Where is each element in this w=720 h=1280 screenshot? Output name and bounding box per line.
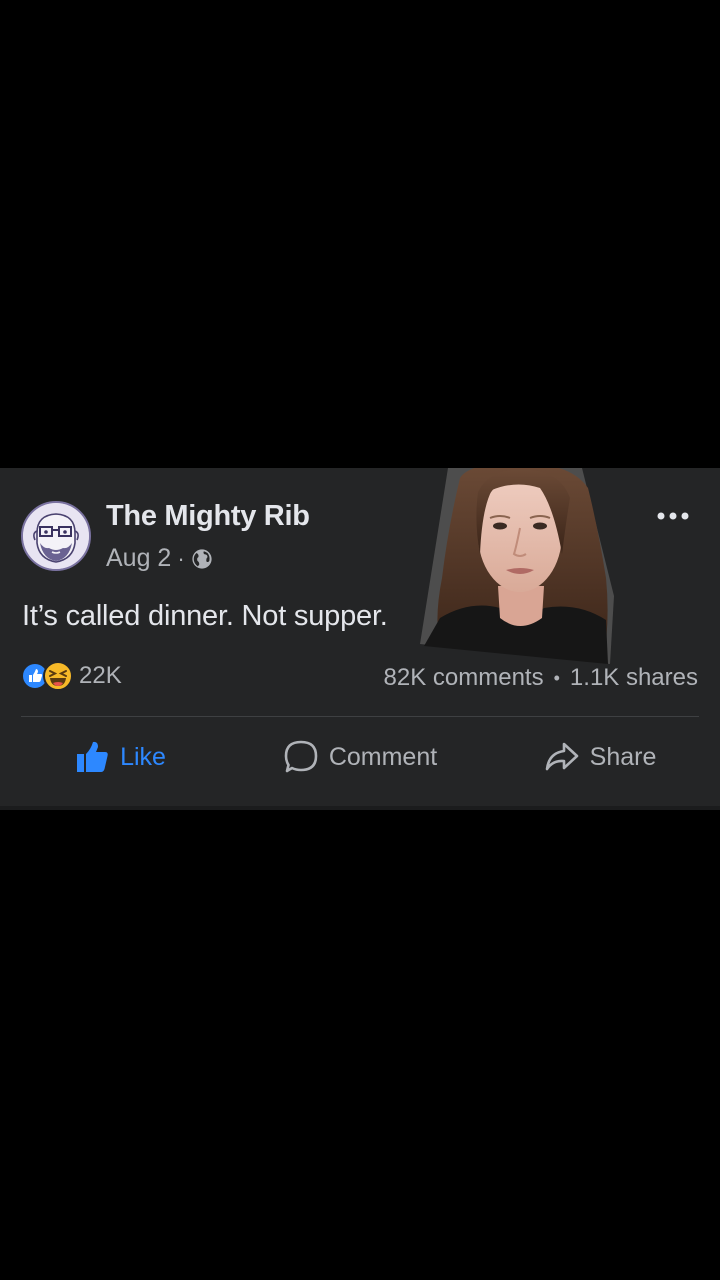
comment-bubble-icon: [284, 740, 318, 773]
shares-count[interactable]: 1.1K shares: [570, 664, 698, 692]
author-avatar[interactable]: [21, 501, 91, 571]
engagement-separator: •: [553, 667, 560, 688]
divider: [21, 716, 699, 717]
more-options-icon[interactable]: [654, 506, 692, 526]
cartoon-face-icon: [23, 503, 89, 569]
reaction-summary[interactable]: 22K: [21, 661, 122, 691]
post-text: It’s called dinner. Not supper.: [22, 600, 388, 632]
thumbs-up-icon: [77, 741, 108, 772]
comments-count[interactable]: 82K comments: [384, 664, 544, 692]
person-photo-overlay: [420, 468, 614, 664]
share-label: Share: [589, 742, 657, 771]
post-meta: Aug 2 ·: [106, 544, 213, 573]
post-card: The Mighty Rib Aug 2 · It’s called dinne…: [0, 468, 720, 810]
author-name[interactable]: The Mighty Rib: [106, 500, 310, 533]
comment-button[interactable]: Comment: [240, 726, 480, 788]
share-button[interactable]: Share: [480, 726, 720, 788]
comment-label: Comment: [328, 742, 438, 771]
meta-separator: ·: [177, 545, 185, 571]
haha-reaction-icon: [43, 661, 73, 691]
engagement-stats: 82K comments • 1.1K shares: [384, 664, 698, 692]
like-label: Like: [120, 742, 166, 771]
reaction-count: 22K: [79, 662, 122, 689]
share-arrow-icon: [545, 742, 578, 771]
globe-icon: [192, 548, 212, 569]
post-actions: Like Comment Share: [0, 726, 720, 788]
post-date[interactable]: Aug 2: [106, 544, 171, 573]
like-button[interactable]: Like: [0, 726, 240, 788]
